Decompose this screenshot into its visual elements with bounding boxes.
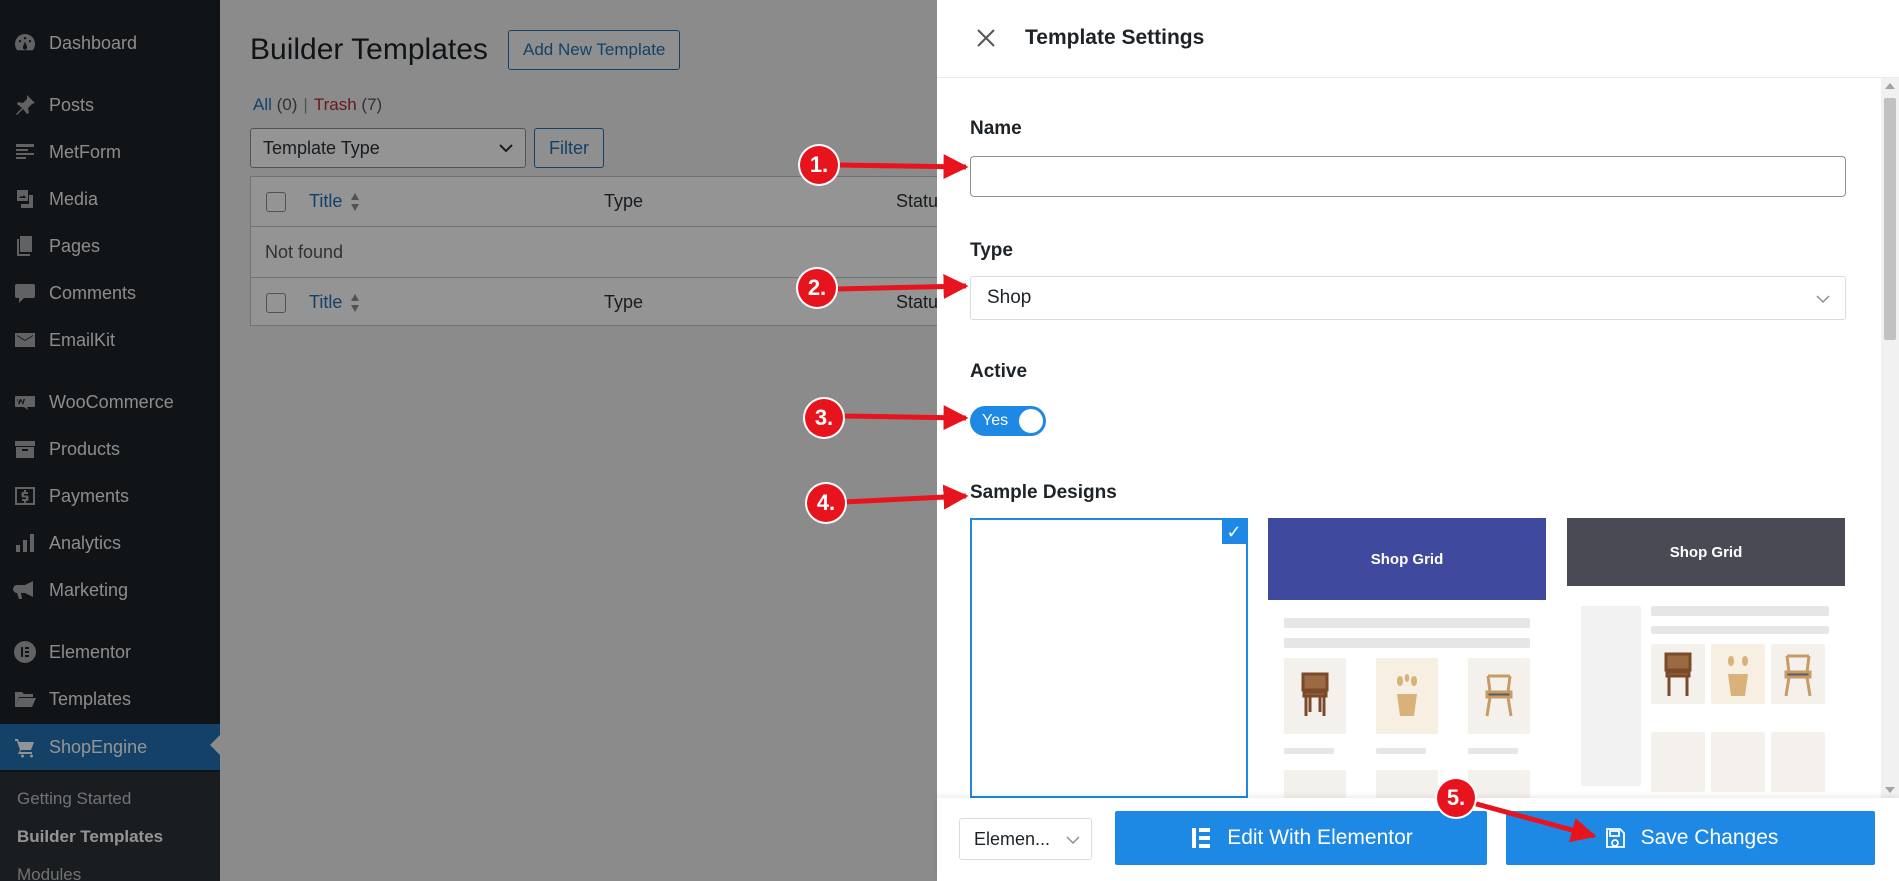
- chair-image-icon: [1485, 674, 1513, 717]
- drawer-scrollbar[interactable]: [1881, 78, 1899, 798]
- sample-designs-label: Sample Designs: [970, 482, 1117, 503]
- active-label: Active: [970, 361, 1028, 382]
- chair-image-icon: [1301, 672, 1329, 716]
- type-select[interactable]: Shop: [970, 276, 1846, 320]
- design-preview-product: [1468, 658, 1530, 734]
- close-icon[interactable]: [975, 27, 997, 49]
- chair-image-icon: [1784, 654, 1812, 697]
- design-preview-product: [1711, 732, 1765, 792]
- design-preview-bar: [1651, 626, 1829, 634]
- design-preview-product: [1651, 644, 1705, 704]
- save-changes-button[interactable]: Save Changes: [1506, 811, 1875, 865]
- editor-select-value: Elemen...: [974, 828, 1051, 849]
- type-label: Type: [970, 240, 1013, 261]
- annotation-badge: 1.: [800, 146, 838, 184]
- name-input[interactable]: [970, 156, 1846, 197]
- design-preview-product: [1376, 770, 1438, 798]
- annotation-badge: 3.: [805, 399, 843, 437]
- design-preview-product: [1284, 658, 1346, 734]
- design-card-title: Shop Grid: [1567, 518, 1845, 586]
- chevron-down-icon: [1066, 836, 1080, 845]
- design-card-shop-grid-2[interactable]: Shop Grid: [1567, 518, 1845, 798]
- template-settings-drawer: Template Settings Name Type Shop Active …: [937, 0, 1899, 881]
- annotation-badge: 5.: [1437, 779, 1475, 817]
- save-button-label: Save Changes: [1640, 826, 1779, 849]
- save-icon: [1605, 828, 1625, 848]
- edit-button-label: Edit With Elementor: [1227, 826, 1413, 849]
- utensils-image-icon: [1397, 674, 1417, 716]
- design-preview-product: [1711, 644, 1765, 704]
- drawer-footer: Elemen... Edit With Elementor Save Chang…: [937, 798, 1899, 881]
- design-card-shop-grid-1[interactable]: Shop Grid: [1268, 518, 1546, 798]
- design-preview-product: [1376, 658, 1438, 734]
- utensils-image-icon: [1728, 656, 1748, 696]
- design-preview-bar: [1651, 606, 1829, 616]
- scroll-down-icon[interactable]: [1885, 787, 1895, 793]
- design-card-blank[interactable]: ✓: [970, 518, 1248, 798]
- drawer-header: Template Settings: [937, 0, 1899, 78]
- design-preview-bar: [1284, 618, 1530, 628]
- design-preview-bar: [1284, 748, 1334, 754]
- toggle-label: Yes: [982, 412, 1009, 429]
- scroll-up-icon[interactable]: [1885, 83, 1895, 89]
- active-toggle[interactable]: Yes: [970, 406, 1046, 436]
- elementor-icon: [1192, 828, 1211, 848]
- name-label: Name: [970, 118, 1022, 139]
- toggle-knob: [1019, 409, 1043, 433]
- chevron-down-icon: [1816, 295, 1830, 304]
- editor-select[interactable]: Elemen...: [959, 818, 1092, 860]
- annotation-badge: 2.: [798, 269, 836, 307]
- chair-image-icon: [1664, 652, 1692, 696]
- scroll-thumb[interactable]: [1884, 98, 1896, 340]
- design-preview-product: [1771, 644, 1825, 704]
- annotation-badge: 4.: [807, 484, 845, 522]
- design-preview-bar: [1468, 748, 1518, 754]
- design-preview-filters: [1581, 606, 1641, 786]
- design-preview-bar: [1284, 638, 1530, 648]
- edit-with-elementor-button[interactable]: Edit With Elementor: [1115, 811, 1487, 865]
- drawer-title: Template Settings: [1025, 26, 1205, 49]
- type-select-value: Shop: [987, 287, 1032, 308]
- design-preview-bar: [1376, 748, 1426, 754]
- check-icon: ✓: [1222, 520, 1246, 544]
- design-preview-product: [1651, 732, 1705, 792]
- design-card-title: Shop Grid: [1268, 518, 1546, 600]
- design-preview-product: [1284, 770, 1346, 798]
- design-preview-product: [1468, 770, 1530, 798]
- design-preview-product: [1771, 732, 1825, 792]
